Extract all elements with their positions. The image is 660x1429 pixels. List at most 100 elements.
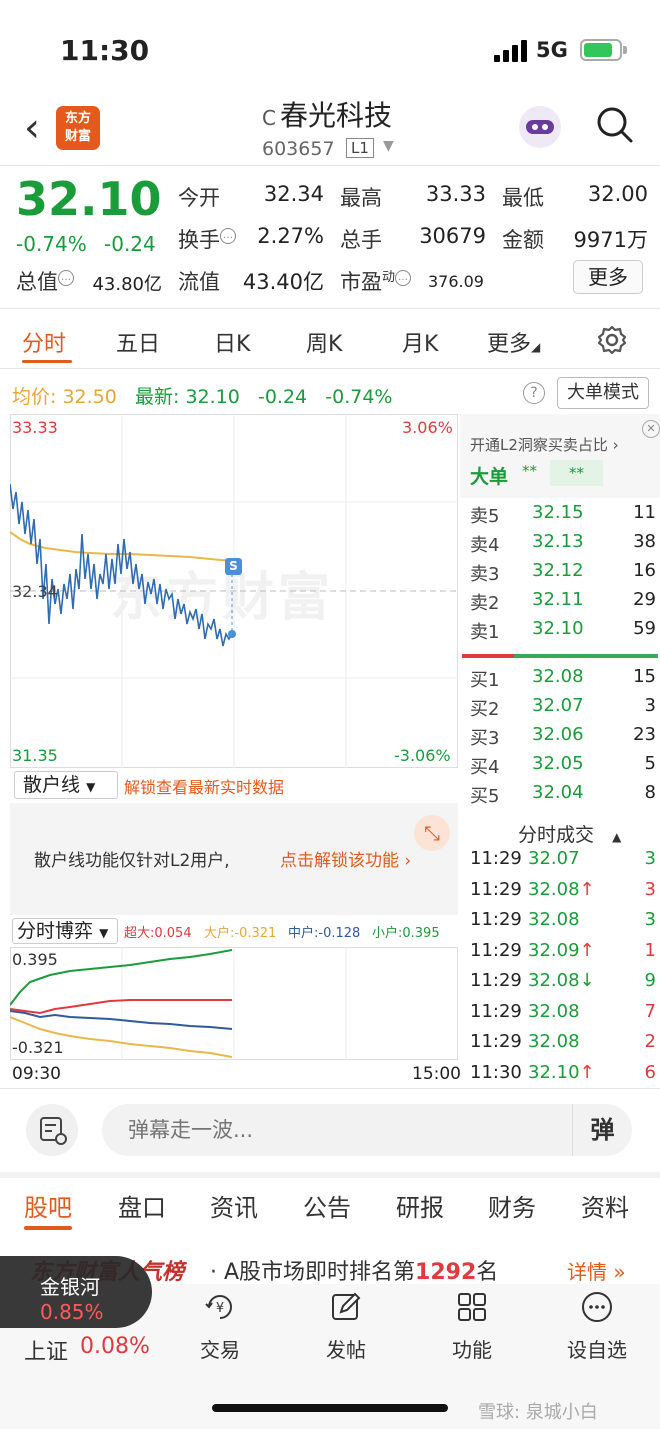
buy-volume: 15 xyxy=(633,666,656,687)
tab-research[interactable]: 研报 xyxy=(396,1188,444,1223)
chart-pct-bottom: -3.06% xyxy=(394,746,451,765)
danmaku-input[interactable] xyxy=(102,1104,632,1156)
change-percent: -0.74% xyxy=(16,232,87,256)
buy-price: 32.08 xyxy=(532,666,584,687)
back-icon[interactable]: ‹ xyxy=(24,108,40,148)
mid-line xyxy=(10,1010,233,1030)
trade-volume: 7 xyxy=(644,1000,656,1022)
stock-badge: C xyxy=(262,106,276,130)
tab-news[interactable]: 资讯 xyxy=(210,1188,258,1223)
nav-function-label: 功能 xyxy=(452,1338,492,1362)
tab-5day[interactable]: 五日 xyxy=(116,326,160,358)
volume-value: 30679 xyxy=(419,224,486,248)
high-label: 最高 xyxy=(340,186,382,210)
buy-row[interactable]: 买3 32.06 23 xyxy=(470,724,656,753)
buy-row[interactable]: 买5 32.04 8 xyxy=(470,782,656,811)
danmaku-toggle-button[interactable]: 弹 xyxy=(572,1104,632,1156)
tab-announcement[interactable]: 公告 xyxy=(303,1188,351,1223)
source-watermark: 雪球: 泉城小白 xyxy=(478,1402,598,1423)
search-icon[interactable] xyxy=(596,106,634,144)
info-icon[interactable]: … xyxy=(58,270,74,286)
buy-price: 32.06 xyxy=(532,724,584,745)
retail-unlock-feature-link[interactable]: 点击解锁该功能 › xyxy=(280,846,411,871)
trade-price: 32.07 xyxy=(528,848,580,869)
sell-row[interactable]: 卖1 32.10 59 xyxy=(470,618,656,647)
trade-volume: 6 xyxy=(644,1061,656,1083)
bigorder-stars: ** xyxy=(522,462,537,480)
logo-text-bottom: 财富 xyxy=(64,129,91,144)
latest-change: -0.24 xyxy=(257,386,308,408)
tab-intraday[interactable]: 分时 xyxy=(22,326,66,358)
retail-unlock-link[interactable]: 解锁查看最新实时数据 xyxy=(124,774,284,798)
tab-pankou[interactable]: 盘口 xyxy=(118,1188,166,1223)
chart-y-top: 33.33 xyxy=(12,418,58,437)
tabs-divider xyxy=(0,368,660,369)
legend-small: 小户:0.395 xyxy=(372,926,440,941)
home-indicator[interactable] xyxy=(212,1404,448,1412)
level-badge[interactable]: L1 xyxy=(346,138,374,158)
sell-row[interactable]: 卖3 32.12 16 xyxy=(470,560,656,589)
trade-price: 32.08↑ xyxy=(528,878,595,900)
nav-post[interactable]: 发帖 xyxy=(306,1290,386,1363)
tab-finance[interactable]: 财务 xyxy=(488,1188,536,1223)
game-select[interactable]: 分时博弈 ▼ xyxy=(12,918,118,944)
dropdown-caret-icon[interactable]: ▼ xyxy=(383,138,394,154)
sell-price: 32.12 xyxy=(532,560,584,581)
change-amount: -0.24 xyxy=(104,232,156,256)
buy-row[interactable]: 买2 32.07 3 xyxy=(470,695,656,724)
tab-profile[interactable]: 资料 xyxy=(581,1188,629,1223)
signal-icon xyxy=(494,40,528,62)
trade-row: 11:29 32.07 3 xyxy=(470,848,656,878)
bigorder-mode-button[interactable]: 大单模式 xyxy=(557,377,649,409)
ranking-detail-link[interactable]: 详情 » xyxy=(567,1256,626,1285)
sell-row[interactable]: 卖4 32.13 38 xyxy=(470,531,656,560)
sell-row[interactable]: 卖2 32.11 29 xyxy=(470,589,656,618)
l2-banner[interactable]: 开通L2洞察买卖占比 › xyxy=(470,434,619,455)
s-marker-icon[interactable]: S xyxy=(225,558,242,575)
buy-volume: 8 xyxy=(644,782,656,803)
nav-trade[interactable]: ¥ 交易 xyxy=(180,1290,260,1363)
sell-row[interactable]: 卖5 32.15 11 xyxy=(470,502,656,531)
buy-row[interactable]: 买4 32.05 5 xyxy=(470,753,656,782)
trade-price: 32.09↑ xyxy=(528,939,595,961)
sell-price: 32.15 xyxy=(532,502,584,523)
latest-pct: -0.74% xyxy=(325,386,393,408)
robot-assistant-icon[interactable] xyxy=(519,106,561,148)
tab-monthly-k[interactable]: 月K xyxy=(402,326,438,358)
trades-title[interactable]: 分时成交 ▲ xyxy=(518,820,621,847)
close-icon[interactable]: ✕ xyxy=(642,420,660,438)
avg-row: 均价: 32.50 最新: 32.10 -0.24 -0.74% xyxy=(12,382,392,409)
sell-label: 卖3 xyxy=(470,564,500,585)
help-icon[interactable]: ? xyxy=(523,382,545,404)
price-line xyxy=(10,483,233,647)
danmaku-settings-icon[interactable] xyxy=(26,1104,78,1156)
buy-row[interactable]: 买1 32.08 15 xyxy=(470,666,656,695)
index-label[interactable]: 上证 xyxy=(24,1334,68,1366)
time-end: 15:00 xyxy=(412,1064,461,1084)
buy-volume: 5 xyxy=(644,753,656,774)
expand-icon[interactable]: ⤡ xyxy=(414,815,450,851)
tab-guba[interactable]: 股吧 xyxy=(24,1188,72,1223)
info-icon[interactable]: … xyxy=(220,228,236,244)
tab-more[interactable]: 更多◢ xyxy=(487,326,540,358)
trade-arrow: ↑ xyxy=(579,878,595,900)
mktcap-value: 43.80亿 xyxy=(92,274,162,295)
yen-icon: ¥ xyxy=(205,1295,232,1319)
gear-icon[interactable] xyxy=(596,324,628,356)
battery-tip xyxy=(623,46,627,54)
nav-function[interactable]: 功能 xyxy=(432,1290,512,1363)
trade-price: 32.08 xyxy=(528,1000,580,1022)
ranking-text[interactable]: · A股市场即时排名第1292名 xyxy=(210,1254,498,1286)
stock-title[interactable]: C 春光科技 xyxy=(262,94,392,134)
more-button[interactable]: 更多 xyxy=(573,260,643,294)
tab-weekly-k[interactable]: 周K xyxy=(306,326,342,358)
info-icon[interactable]: … xyxy=(395,270,412,286)
retail-line-select[interactable]: 散户线 ▼ xyxy=(14,771,118,799)
legend-super: 超大:0.054 xyxy=(124,926,192,941)
chart-pct-top: 3.06% xyxy=(402,418,453,437)
trade-price: 32.08 xyxy=(528,1031,580,1052)
nav-add-watchlist[interactable]: 设自选 xyxy=(557,1290,637,1363)
open-label: 今开 xyxy=(178,186,220,210)
sell-label: 卖4 xyxy=(470,535,500,556)
tab-daily-k[interactable]: 日K xyxy=(214,326,250,358)
